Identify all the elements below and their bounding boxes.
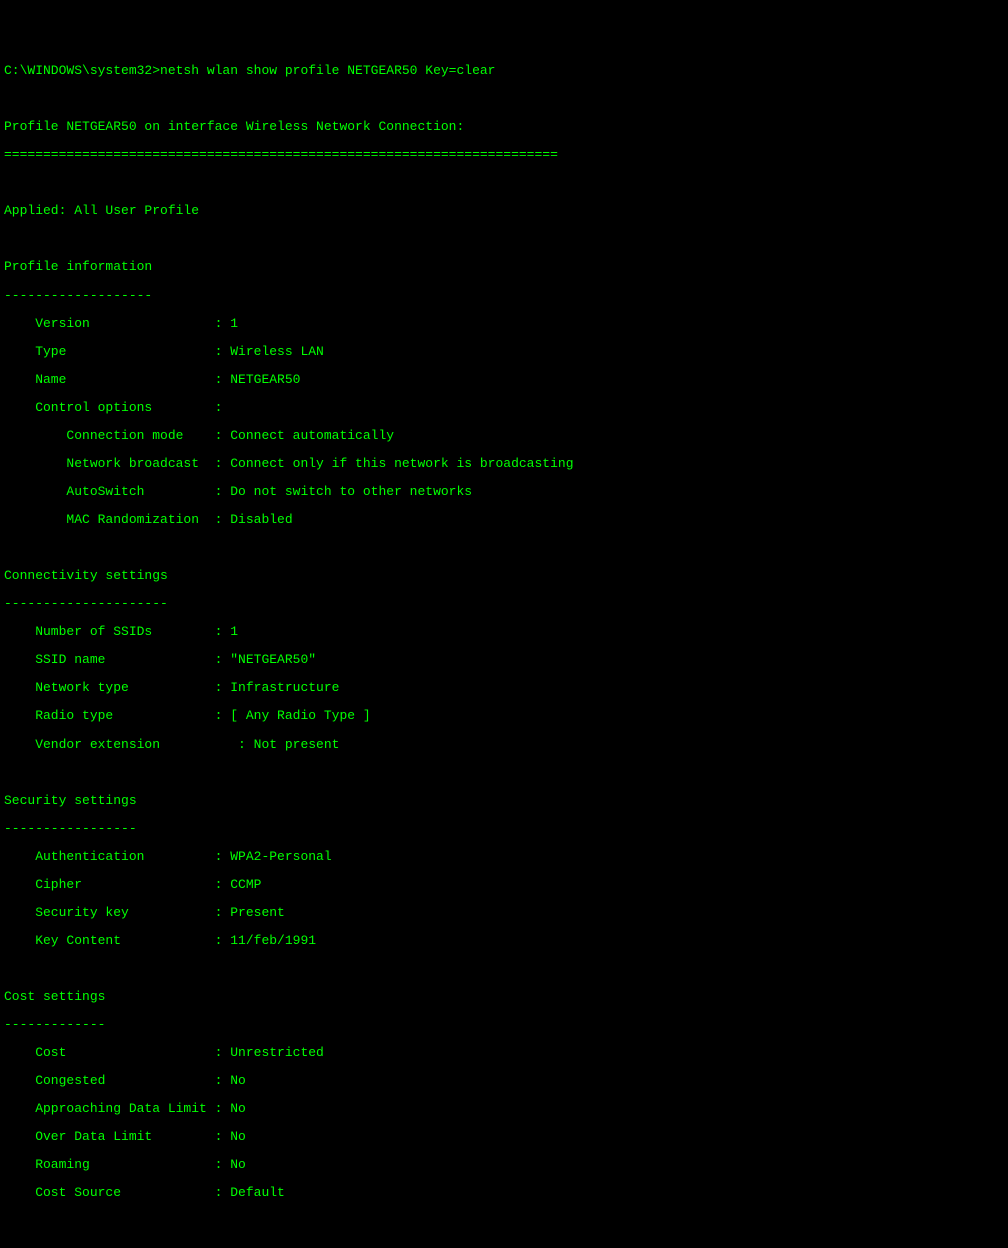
profile-mac-randomization: MAC Randomization : Disabled: [4, 513, 1004, 527]
blank-line: [4, 962, 1004, 976]
section-divider: -------------------: [4, 289, 1004, 303]
profile-version: Version : 1: [4, 317, 1004, 331]
blank-line: [4, 176, 1004, 190]
section-divider: ---------------------: [4, 597, 1004, 611]
cost-over-limit: Over Data Limit : No: [4, 1130, 1004, 1144]
cost-cost: Cost : Unrestricted: [4, 1046, 1004, 1060]
security-authentication: Authentication : WPA2-Personal: [4, 850, 1004, 864]
connectivity-vendor-extension: Vendor extension : Not present: [4, 738, 1004, 752]
blank-line: [4, 1243, 1004, 1248]
cost-congested: Congested : No: [4, 1074, 1004, 1088]
section-header-security: Security settings: [4, 794, 1004, 808]
connectivity-ssid-name: SSID name : "NETGEAR50": [4, 653, 1004, 667]
profile-control-options: Control options :: [4, 401, 1004, 415]
security-key-content: Key Content : 11/feb/1991: [4, 934, 1004, 948]
security-cipher: Cipher : CCMP: [4, 878, 1004, 892]
cost-approaching-limit: Approaching Data Limit : No: [4, 1102, 1004, 1116]
blank-line: [4, 766, 1004, 780]
section-header-cost: Cost settings: [4, 990, 1004, 1004]
blank-line: [4, 1215, 1004, 1229]
section-divider: -----------------: [4, 822, 1004, 836]
profile-network-broadcast: Network broadcast : Connect only if this…: [4, 457, 1004, 471]
cost-source: Cost Source : Default: [4, 1186, 1004, 1200]
blank-line: [4, 232, 1004, 246]
profile-type: Type : Wireless LAN: [4, 345, 1004, 359]
section-header-profile-info: Profile information: [4, 260, 1004, 274]
blank-line: [4, 92, 1004, 106]
profile-autoswitch: AutoSwitch : Do not switch to other netw…: [4, 485, 1004, 499]
profile-connection-mode: Connection mode : Connect automatically: [4, 429, 1004, 443]
security-key: Security key : Present: [4, 906, 1004, 920]
command-prompt-line: C:\WINDOWS\system32>netsh wlan show prof…: [4, 64, 1004, 78]
connectivity-num-ssids: Number of SSIDs : 1: [4, 625, 1004, 639]
profile-header: Profile NETGEAR50 on interface Wireless …: [4, 120, 1004, 134]
applied-line: Applied: All User Profile: [4, 204, 1004, 218]
section-divider: -------------: [4, 1018, 1004, 1032]
connectivity-network-type: Network type : Infrastructure: [4, 681, 1004, 695]
connectivity-radio-type: Radio type : [ Any Radio Type ]: [4, 709, 1004, 723]
cost-roaming: Roaming : No: [4, 1158, 1004, 1172]
profile-separator: ========================================…: [4, 148, 1004, 162]
blank-line: [4, 541, 1004, 555]
section-header-connectivity: Connectivity settings: [4, 569, 1004, 583]
profile-name: Name : NETGEAR50: [4, 373, 1004, 387]
